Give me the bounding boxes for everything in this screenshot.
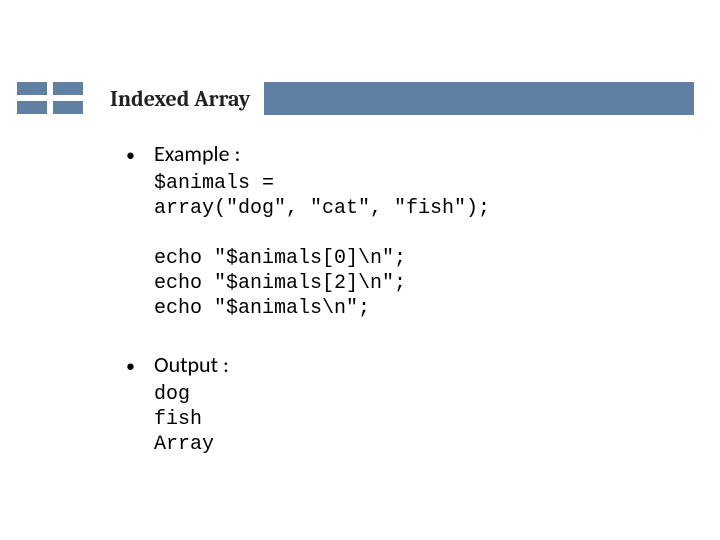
decor-square xyxy=(17,82,47,95)
bullet-example: • Example : xyxy=(126,140,686,167)
section-label-example: Example : xyxy=(154,140,240,167)
code-line: array("dog", "cat", "fish"); xyxy=(154,197,490,220)
section-label-output: Output : xyxy=(154,351,229,378)
bullet-glyph: • xyxy=(126,142,154,164)
code-line: $animals = xyxy=(154,172,274,195)
bullet-output: • Output : xyxy=(126,351,686,378)
code-line: echo "$animals[0]\n"; xyxy=(154,247,406,270)
title-box: Indexed Array xyxy=(104,82,264,115)
decor-row xyxy=(0,101,83,114)
decor-row xyxy=(0,82,83,95)
code-block-example: $animals = array("dog", "cat", "fish"); … xyxy=(154,171,686,321)
slide-title: Indexed Array xyxy=(110,86,250,112)
title-bar: Indexed Array xyxy=(104,82,694,115)
code-block-output: dog fish Array xyxy=(154,382,686,457)
decor-square xyxy=(17,101,47,114)
bullet-glyph: • xyxy=(126,353,154,375)
decor-square xyxy=(53,101,83,114)
code-line: dog xyxy=(154,383,190,406)
code-line: fish xyxy=(154,408,202,431)
slide-decor xyxy=(0,82,83,114)
decor-square xyxy=(53,82,83,95)
code-line: echo "$animals\n"; xyxy=(154,297,370,320)
code-line: Array xyxy=(154,433,214,456)
code-line: echo "$animals[2]\n"; xyxy=(154,272,406,295)
slide-body: • Example : $animals = array("dog", "cat… xyxy=(126,140,686,481)
